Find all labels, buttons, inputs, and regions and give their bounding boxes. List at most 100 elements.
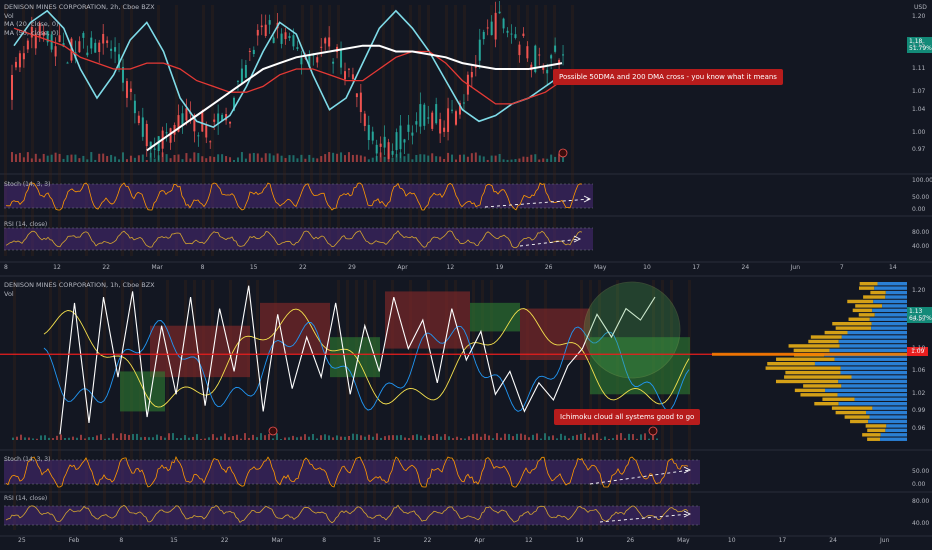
top-volume-bar bbox=[129, 155, 132, 162]
volume-profile-up bbox=[841, 384, 907, 388]
top-candle-body bbox=[217, 113, 220, 124]
top-candle-body bbox=[443, 127, 446, 132]
top-candle-body bbox=[371, 131, 374, 141]
bottom-volume-bar bbox=[216, 437, 218, 440]
top-volume-bar bbox=[197, 153, 200, 162]
volume-profile-up bbox=[880, 433, 907, 437]
top-volume-bar bbox=[482, 156, 485, 162]
volume-profile-down bbox=[808, 339, 839, 344]
top-session-stripe bbox=[310, 5, 313, 256]
top-price-tick: 0.97 bbox=[912, 146, 926, 154]
top-date-tick: 22 bbox=[299, 264, 307, 271]
top-date-tick: Apr bbox=[397, 264, 408, 271]
top-candle-body bbox=[395, 132, 398, 151]
volume-profile-down bbox=[835, 410, 867, 415]
top-volume-bar bbox=[443, 158, 446, 162]
bottom-volume-bar bbox=[28, 437, 30, 440]
top-volume-bar bbox=[264, 153, 267, 162]
top-candle-body bbox=[125, 81, 128, 98]
bottom-volume-bar bbox=[376, 433, 378, 440]
bottom-volume-bar bbox=[328, 435, 330, 440]
volume-profile-up bbox=[851, 375, 907, 379]
bottom-stoch-band bbox=[4, 460, 700, 484]
top-candle-body bbox=[264, 24, 267, 36]
bottom-date-tick: 15 bbox=[372, 537, 381, 544]
top-candle-body bbox=[415, 121, 418, 125]
top-volume-bar bbox=[54, 152, 57, 162]
bottom-volume-bar bbox=[592, 434, 594, 440]
bottom-volume-bar bbox=[388, 435, 390, 440]
bottom-stoch-label: Stoch (14, 3, 3) bbox=[4, 456, 51, 463]
bottom-volume-bar bbox=[304, 434, 306, 440]
top-candle-body bbox=[518, 44, 521, 56]
top-volume-bar bbox=[534, 154, 537, 162]
volume-profile-down bbox=[810, 335, 842, 339]
top-candle-body bbox=[197, 135, 200, 137]
top-candle-body bbox=[248, 50, 251, 52]
top-volume-bar bbox=[415, 154, 418, 162]
top-date-tick: 24 bbox=[741, 264, 750, 271]
bottom-date-tick: 10 bbox=[727, 537, 736, 544]
bottom-date-tick: 22 bbox=[220, 537, 229, 544]
bottom-legend: DENISON MINES CORPORATION, 1h, Cboe BZX … bbox=[4, 281, 155, 298]
top-volume-bar bbox=[359, 155, 362, 162]
bottom-volume-bar bbox=[572, 435, 574, 440]
top-candle-body bbox=[439, 119, 442, 134]
top-candle-body bbox=[542, 67, 545, 70]
top-candle-body bbox=[340, 49, 343, 68]
top-volume-bar bbox=[118, 159, 121, 162]
top-volume-bar bbox=[320, 156, 323, 162]
bottom-volume-bar bbox=[396, 435, 398, 440]
bottom-volume-bar bbox=[408, 438, 410, 440]
volume-profile-up bbox=[885, 295, 907, 299]
top-volume-bar bbox=[435, 156, 438, 162]
top-volume-bar bbox=[252, 152, 255, 162]
bottom-volume-bar bbox=[108, 437, 110, 440]
top-volume-bar bbox=[439, 156, 442, 162]
top-candle-body bbox=[292, 35, 295, 47]
volume-profile-down bbox=[865, 424, 887, 428]
bottom-volume-bar bbox=[600, 438, 602, 440]
bottom-volume-bar bbox=[492, 438, 494, 440]
top-volume-bar bbox=[248, 153, 251, 162]
bottom-volume-bar bbox=[552, 435, 554, 440]
top-legend-vol: Vol bbox=[4, 11, 14, 20]
top-candle-body bbox=[391, 151, 394, 155]
bottom-volume-bar bbox=[296, 437, 298, 440]
top-volume-bar bbox=[530, 154, 533, 162]
bottom-legend-vol: Vol bbox=[4, 289, 14, 298]
top-volume-bar bbox=[506, 159, 509, 162]
top-session-stripe bbox=[499, 5, 502, 256]
top-volume-bar bbox=[478, 155, 481, 162]
top-session-stripe bbox=[409, 5, 412, 256]
top-candle-body bbox=[451, 109, 454, 111]
volume-profile-up bbox=[873, 299, 907, 304]
volume-profile-down bbox=[831, 406, 873, 410]
top-candle-body bbox=[11, 74, 13, 100]
bottom-volume-bar bbox=[172, 433, 174, 440]
top-session-stripe bbox=[4, 5, 7, 256]
top-volume-bar bbox=[58, 153, 61, 162]
bottom-volume-bar bbox=[12, 437, 14, 440]
volume-profile-up bbox=[838, 402, 907, 406]
bottom-price-tick: 1.20 bbox=[912, 287, 926, 295]
volume-profile-down bbox=[793, 348, 830, 353]
top-volume-bar bbox=[466, 156, 469, 162]
volume-profile-down bbox=[850, 419, 869, 424]
top-candle-body bbox=[502, 18, 505, 29]
earnings-marker bbox=[648, 426, 658, 436]
top-price-tick: 1.07 bbox=[912, 88, 926, 96]
bottom-volume-bar bbox=[144, 436, 146, 440]
top-candle-body bbox=[98, 42, 101, 53]
volume-profile-down bbox=[824, 330, 848, 335]
volume-profile-up bbox=[871, 326, 907, 330]
bottom-volume-bar bbox=[464, 438, 466, 440]
top-volume-bar bbox=[399, 152, 402, 162]
top-candle-body bbox=[106, 40, 109, 44]
bottom-volume-bar bbox=[452, 438, 454, 440]
top-candle-body bbox=[213, 119, 216, 122]
top-candle-body bbox=[407, 124, 410, 132]
top-volume-bar bbox=[447, 152, 450, 162]
top-volume-bar bbox=[30, 158, 33, 162]
bottom-session-stripe bbox=[166, 280, 169, 530]
